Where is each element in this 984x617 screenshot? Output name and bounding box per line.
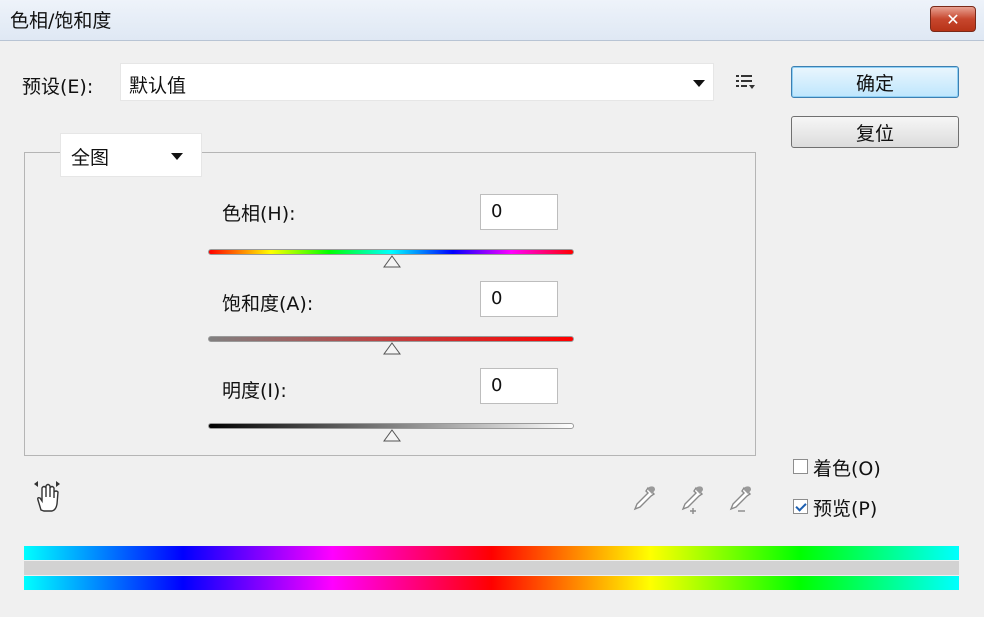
adjustment-group: [24, 152, 756, 456]
colorize-label: 着色(O): [813, 458, 881, 480]
saturation-label: 饱和度(A):: [222, 293, 314, 315]
saturation-input[interactable]: 0: [480, 281, 558, 317]
eyedropper-plus-icon[interactable]: [676, 484, 708, 516]
colorize-checkbox[interactable]: [793, 459, 808, 474]
title-bar: 色相/饱和度 ✕: [0, 0, 984, 41]
lightness-label: 明度(I):: [222, 380, 287, 402]
preview-label: 预览(P): [813, 498, 878, 520]
hue-label: 色相(H):: [222, 203, 296, 225]
eyedropper-minus-icon[interactable]: [724, 484, 756, 516]
window-title: 色相/饱和度: [10, 10, 112, 32]
close-icon: ✕: [946, 9, 960, 29]
hue-input[interactable]: 0: [480, 194, 558, 230]
channel-value: 全图: [71, 147, 110, 169]
lightness-input[interactable]: 0: [480, 368, 558, 404]
hue-slider-thumb[interactable]: [383, 255, 401, 268]
saturation-slider-thumb[interactable]: [383, 342, 401, 355]
preset-options-icon[interactable]: [736, 73, 756, 91]
chevron-down-icon: [171, 153, 183, 160]
preset-select[interactable]: 默认值: [120, 63, 714, 101]
targeted-adjustment-hand-icon[interactable]: [30, 480, 64, 514]
eyedropper-icon[interactable]: [628, 484, 658, 514]
range-bar: [24, 561, 959, 575]
preset-value: 默认值: [129, 75, 187, 97]
preset-label: 预设(E):: [22, 76, 94, 98]
ok-button[interactable]: 确定: [791, 66, 959, 98]
preview-checkbox[interactable]: [793, 499, 808, 514]
channel-select[interactable]: 全图: [60, 133, 202, 177]
close-button[interactable]: ✕: [930, 6, 976, 32]
chevron-down-icon: [693, 80, 705, 87]
reset-button[interactable]: 复位: [791, 116, 959, 148]
input-color-bar: [24, 546, 959, 560]
lightness-slider-thumb[interactable]: [383, 429, 401, 442]
output-color-bar: [24, 576, 959, 590]
